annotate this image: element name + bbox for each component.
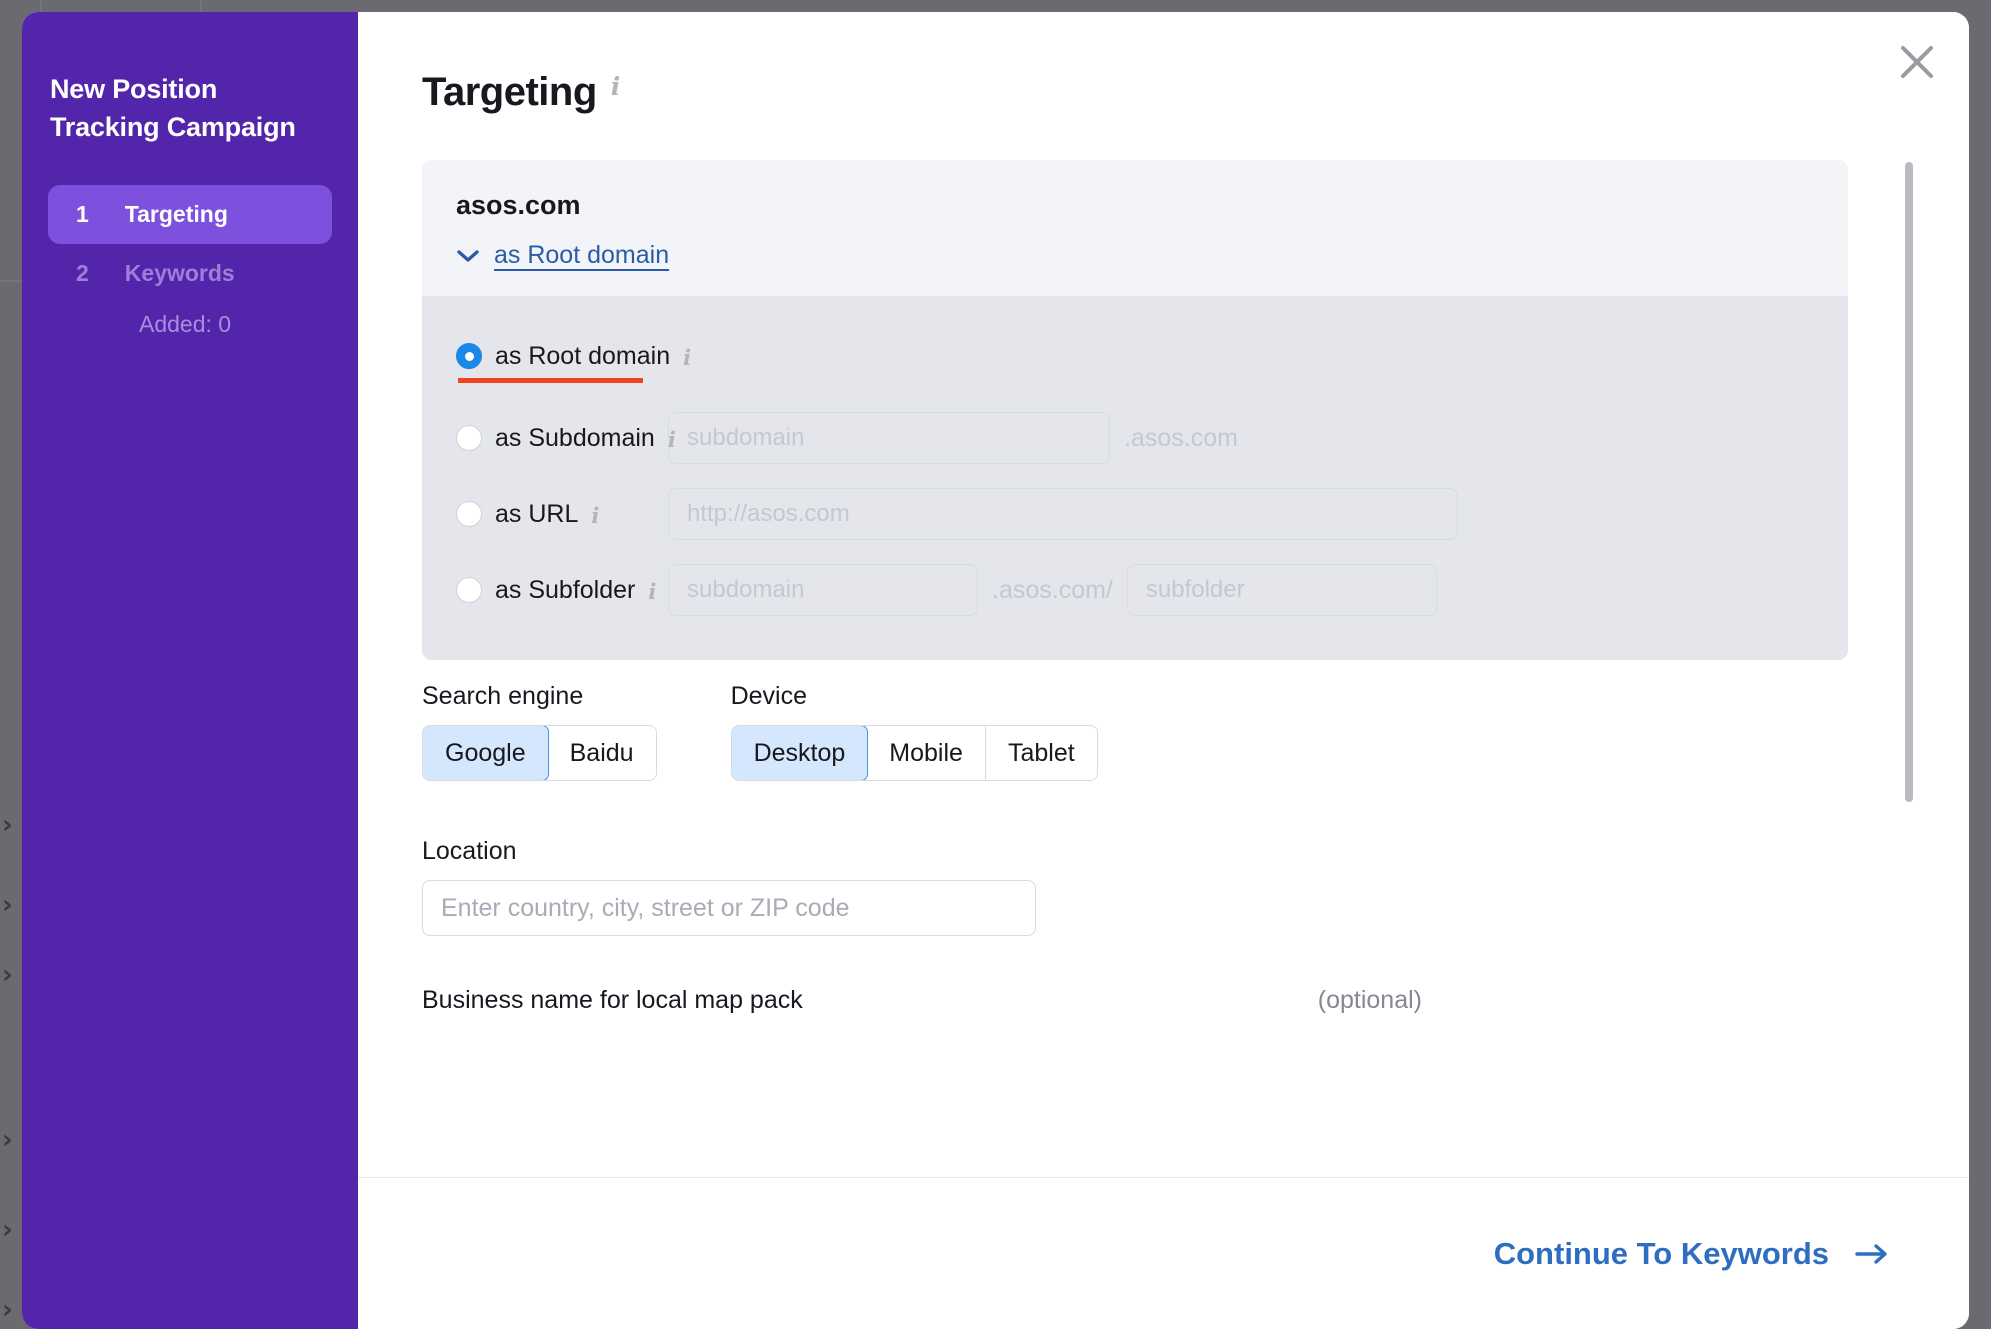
location-label: Location xyxy=(422,837,517,865)
close-icon[interactable] xyxy=(1893,38,1941,86)
arrow-right-icon xyxy=(1855,1242,1889,1266)
radio-button-root-domain[interactable] xyxy=(456,343,482,369)
step-number: 2 xyxy=(76,259,89,286)
option-row-root-domain[interactable]: as Root domain i xyxy=(456,322,1814,390)
radio-button-subdomain[interactable] xyxy=(456,425,482,451)
chevron-right-icon[interactable]: › xyxy=(2,1297,24,1323)
continue-button-label: Continue To Keywords xyxy=(1493,1235,1829,1271)
subdomain-input[interactable] xyxy=(668,412,1110,464)
device-toggle-group[interactable]: Desktop Mobile Tablet xyxy=(730,725,1098,781)
scrollbar-thumb[interactable] xyxy=(1905,162,1913,802)
chevron-right-icon[interactable]: › xyxy=(2,962,24,988)
business-name-row: Business name for local map pack (option… xyxy=(422,986,1422,1015)
info-icon[interactable]: i xyxy=(683,345,691,370)
chevron-down-icon xyxy=(456,248,480,264)
step-number: 1 xyxy=(76,200,89,227)
highlight-underline xyxy=(458,377,643,383)
radio-label: as URL xyxy=(495,499,579,528)
device-option-tablet[interactable]: Tablet xyxy=(985,726,1097,780)
keywords-added-count: Added: 0 xyxy=(139,310,232,337)
subfolder-suffix: .asos.com/ xyxy=(992,575,1113,604)
modal-content: Targeting i asos.com as Root domain as R… xyxy=(358,12,1969,1329)
location-input[interactable] xyxy=(422,880,1036,936)
business-name-label: Business name for local map pack xyxy=(422,986,803,1014)
targeting-scroll-area: asos.com as Root domain as Root domain i… xyxy=(358,132,1969,1179)
modal-footer: Continue To Keywords xyxy=(358,1177,1969,1329)
info-icon[interactable]: i xyxy=(611,72,621,101)
content-scrollbar[interactable] xyxy=(1905,162,1913,802)
radio-button-url[interactable] xyxy=(456,501,482,527)
domain-card-header: asos.com as Root domain xyxy=(422,160,1848,296)
radio-url[interactable]: as URL i xyxy=(456,500,668,529)
domain-mode-dropdown-toggle[interactable]: as Root domain xyxy=(456,241,669,270)
new-campaign-modal: New Position Tracking Campaign 1 Targeti… xyxy=(22,12,1969,1329)
info-icon[interactable]: i xyxy=(648,579,656,604)
engine-device-row: Search engine Google Baidu Device Deskto… xyxy=(422,682,1848,781)
domain-target-card: asos.com as Root domain as Root domain i… xyxy=(422,160,1848,660)
sidebar-title: New Position Tracking Campaign xyxy=(50,74,296,143)
search-engine-toggle-group[interactable]: Google Baidu xyxy=(422,725,657,781)
device-label: Device xyxy=(730,682,807,710)
step-label: Keywords xyxy=(124,259,235,286)
sidebar-step-targeting[interactable]: 1 Targeting xyxy=(48,184,332,244)
device-option-desktop[interactable]: Desktop xyxy=(731,726,869,780)
subdomain-suffix: .asos.com xyxy=(1124,423,1238,452)
step-label: Targeting xyxy=(124,200,228,227)
radio-button-subfolder[interactable] xyxy=(456,577,482,603)
radio-subfolder[interactable]: as Subfolder i xyxy=(456,576,668,605)
info-icon[interactable]: i xyxy=(591,503,599,528)
radio-label: as Subfolder xyxy=(495,575,636,604)
chevron-right-icon[interactable]: › xyxy=(2,1217,24,1243)
chevron-right-icon[interactable]: › xyxy=(2,812,24,838)
device-option-mobile[interactable]: Mobile xyxy=(867,726,986,780)
option-row-subdomain[interactable]: as Subdomain i .asos.com xyxy=(456,404,1814,472)
page-title-row: Targeting i xyxy=(422,70,620,115)
url-input[interactable] xyxy=(668,488,1458,540)
domain-name: asos.com xyxy=(456,190,581,220)
device-block: Device Desktop Mobile Tablet xyxy=(730,682,1098,781)
domain-mode-options: as Root domain i as Subdomain i subdomai… xyxy=(422,296,1848,660)
info-icon[interactable]: i xyxy=(668,427,676,452)
targeting-form: Search engine Google Baidu Device Deskto… xyxy=(422,682,1848,1015)
continue-to-keywords-button[interactable]: Continue To Keywords xyxy=(1494,1236,1889,1272)
option-row-url[interactable]: as URL i xyxy=(456,480,1814,548)
radio-root-domain[interactable]: as Root domain i xyxy=(456,341,691,383)
page-title: Targeting xyxy=(422,70,597,114)
radio-label: as Root domain xyxy=(495,341,671,370)
chevron-right-icon[interactable]: › xyxy=(2,1127,24,1153)
search-engine-block: Search engine Google Baidu xyxy=(422,682,657,781)
radio-label: as Subdomain xyxy=(495,423,655,452)
subfolder-path-input[interactable] xyxy=(1126,564,1437,616)
search-engine-option-baidu[interactable]: Baidu xyxy=(547,726,656,780)
domain-mode-label: as Root domain xyxy=(494,241,670,269)
subfolder-subdomain-input[interactable] xyxy=(668,564,978,616)
search-engine-option-google[interactable]: Google xyxy=(422,726,549,780)
campaign-wizard-sidebar: New Position Tracking Campaign 1 Targeti… xyxy=(22,12,358,1329)
radio-subdomain[interactable]: as Subdomain i xyxy=(456,423,676,453)
sidebar-step-keywords[interactable]: 2 Keywords xyxy=(48,244,332,303)
search-engine-label: Search engine xyxy=(422,682,584,710)
business-name-optional-hint: (optional) xyxy=(1317,986,1422,1014)
location-block: Location xyxy=(422,837,1848,936)
option-row-subfolder[interactable]: as Subfolder i .asos.com/ xyxy=(456,556,1814,624)
chevron-right-icon[interactable]: › xyxy=(2,892,24,918)
